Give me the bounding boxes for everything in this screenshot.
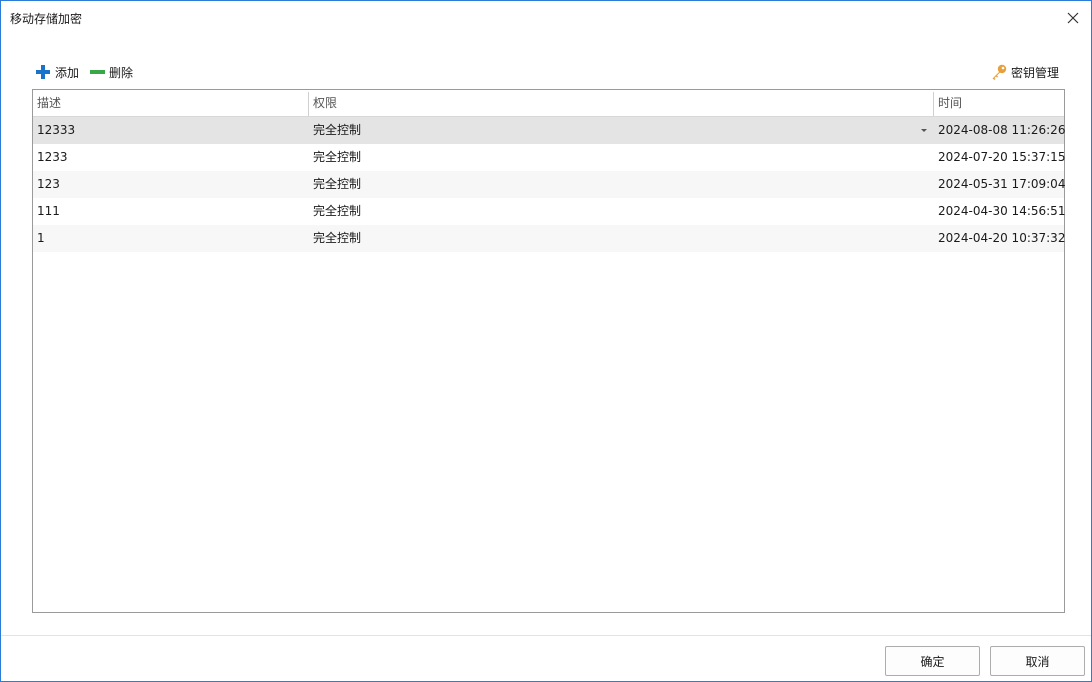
table-row[interactable]: 12333 完全控制 2024-08-08 11:26:26	[33, 117, 1066, 144]
cell-time: 2024-07-20 15:37:15	[938, 150, 1066, 164]
footer-divider	[1, 635, 1091, 636]
minus-icon	[89, 64, 106, 80]
table-row[interactable]: 1233 完全控制 2024-07-20 15:37:15	[33, 144, 1066, 171]
window-title: 移动存储加密	[10, 12, 83, 26]
cell-permission: 完全控制	[313, 177, 362, 191]
column-header-permission[interactable]: 权限	[309, 90, 933, 116]
table-row[interactable]: 111 完全控制 2024-04-30 14:56:51	[33, 198, 1066, 225]
delete-label: 删除	[109, 65, 134, 80]
chevron-down-icon[interactable]	[921, 129, 927, 132]
cell-time: 2024-08-08 11:26:26	[938, 123, 1066, 137]
add-label: 添加	[55, 65, 80, 80]
close-button[interactable]	[1061, 7, 1085, 29]
cell-time: 2024-04-30 14:56:51	[938, 204, 1066, 218]
permission-dropdown[interactable]: 完全控制	[309, 117, 933, 144]
key-management-label: 密钥管理	[1010, 65, 1059, 80]
data-grid: 描述 权限 时间 12333 完全控制 2024-08-08 11:26:26 …	[32, 89, 1065, 613]
cell-permission: 完全控制	[313, 150, 362, 164]
key-management-button[interactable]: 密钥管理	[990, 63, 1059, 81]
grid-header: 描述 权限 时间	[33, 90, 1064, 117]
cell-time: 2024-04-20 10:37:32	[938, 231, 1066, 245]
add-button[interactable]: 添加	[35, 64, 79, 81]
key-icon	[992, 64, 1007, 80]
close-icon	[1067, 12, 1079, 24]
column-header-description[interactable]: 描述	[33, 90, 308, 116]
cell-permission: 完全控制	[313, 231, 362, 245]
table-row[interactable]: 1 完全控制 2024-04-20 10:37:32	[33, 225, 1066, 252]
title-bar: 移动存储加密	[1, 1, 1091, 33]
ok-button[interactable]: 确定	[885, 646, 980, 676]
cell-description: 123	[37, 177, 60, 191]
cell-description: 1	[37, 231, 45, 245]
table-row[interactable]: 123 完全控制 2024-05-31 17:09:04	[33, 171, 1066, 198]
cell-time: 2024-05-31 17:09:04	[938, 177, 1066, 191]
cell-description: 12333	[37, 123, 76, 137]
dialog-window: 移动存储加密 添加 删除 密钥管理 描述 权限 时间 12333 完全控制 20…	[0, 0, 1092, 682]
plus-icon	[35, 64, 51, 80]
cancel-button[interactable]: 取消	[990, 646, 1085, 676]
toolbar: 添加 删除	[35, 63, 143, 81]
cell-permission: 完全控制	[313, 204, 362, 218]
cell-description: 111	[37, 204, 60, 218]
cell-description: 1233	[37, 150, 68, 164]
column-header-time[interactable]: 时间	[934, 90, 1065, 116]
delete-button[interactable]: 删除	[89, 64, 133, 81]
